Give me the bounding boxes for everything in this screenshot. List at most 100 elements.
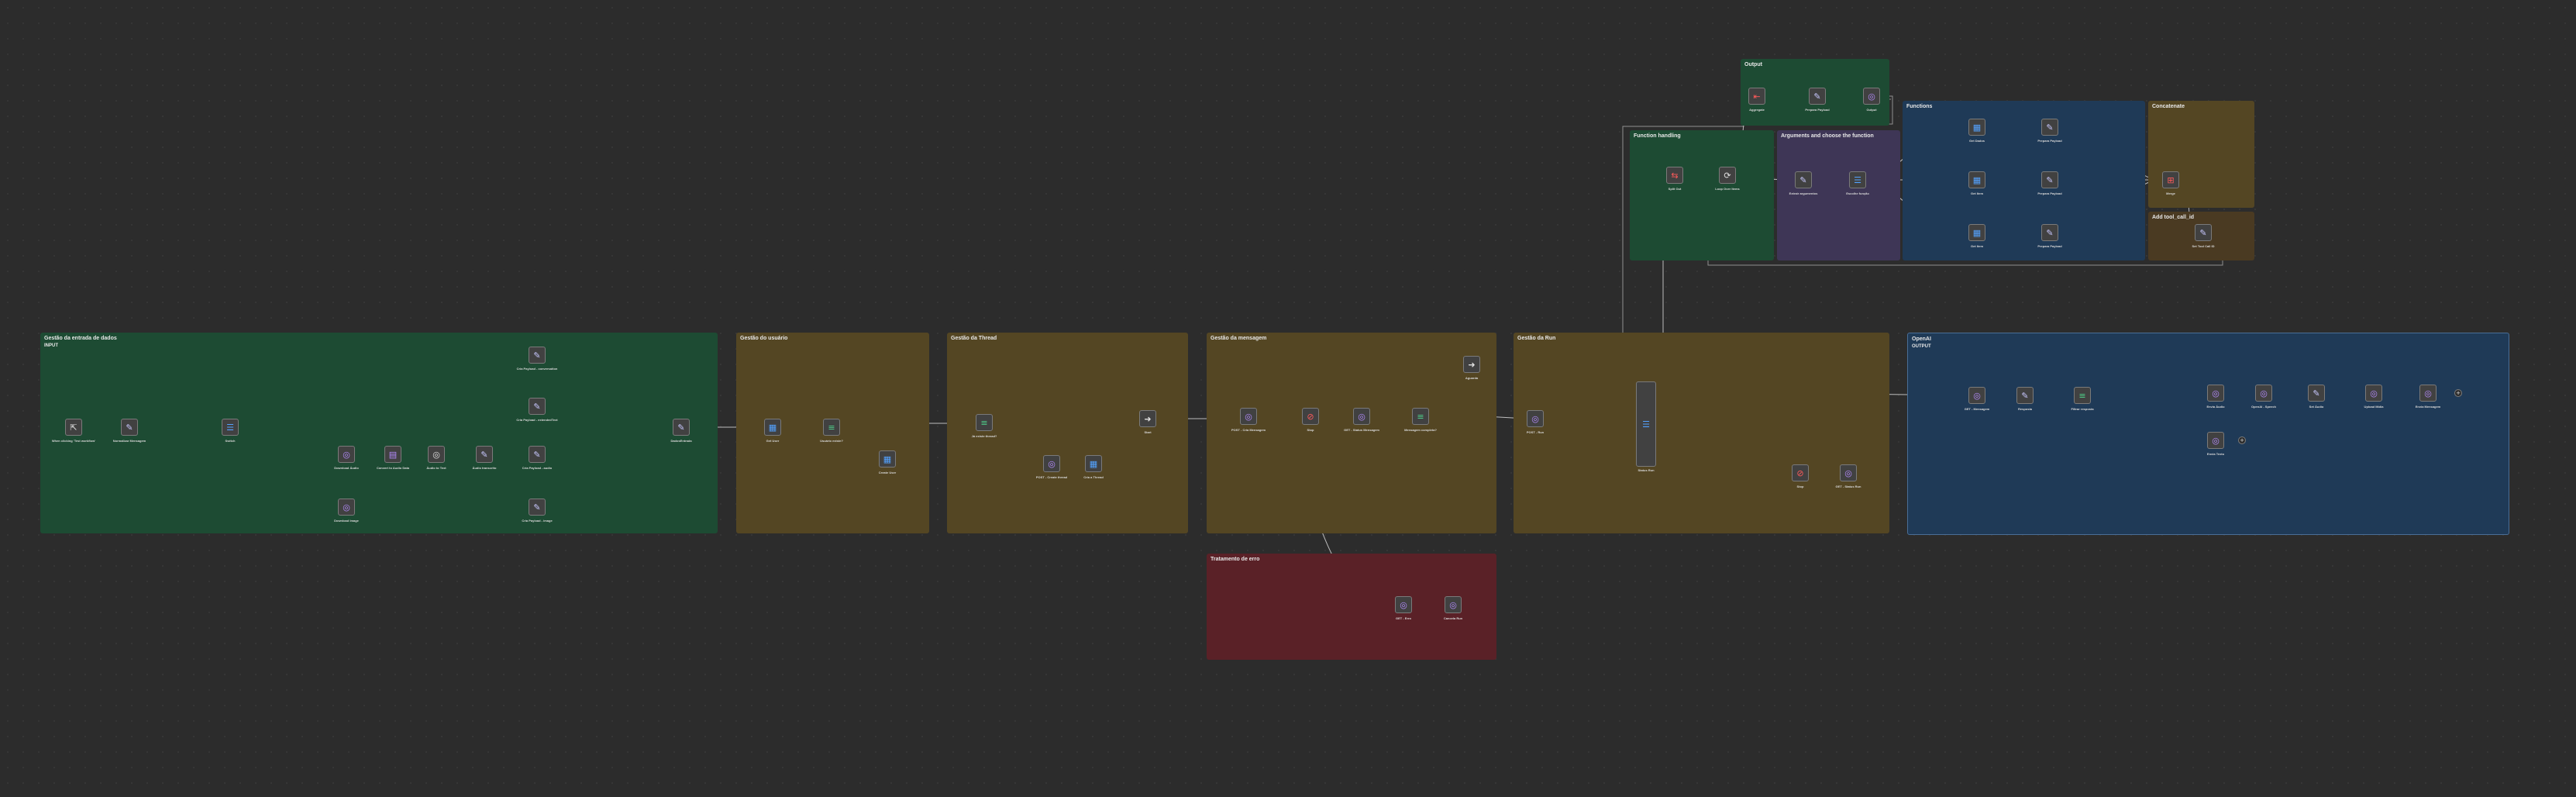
function-get-node-3[interactable]: ▦ <box>1968 224 1985 241</box>
openai-speech-node[interactable]: ◎ <box>2255 385 2272 402</box>
payload-image-node[interactable]: ✎ <box>529 499 546 516</box>
get-run-node[interactable]: ◎ <box>1840 464 1857 481</box>
download-image-node[interactable]: ◎ <box>338 499 355 516</box>
group-title: Functions <box>1906 104 1933 109</box>
create-thread-node[interactable]: ◎ <box>1043 455 1060 472</box>
group-gestao-thread: Gestão da Thread <box>947 333 1188 533</box>
cria-thread-node[interactable]: ▦ <box>1085 455 1102 472</box>
node-label: Switch <box>225 439 236 443</box>
get-status-message-node[interactable]: ◎ <box>1353 408 1370 425</box>
dados-entrada-node[interactable]: ✎ <box>673 419 690 436</box>
envia-mensagem-node[interactable]: ◎ <box>2419 385 2437 402</box>
create-user-node[interactable]: ▦ <box>879 450 896 468</box>
node-label: Get Item <box>1970 191 1984 195</box>
convert-audio-node[interactable]: ▤ <box>384 446 401 463</box>
group-functions: Functions <box>1903 101 2145 260</box>
existe-thread-node[interactable]: ≡ <box>976 414 993 431</box>
stop-run-node[interactable]: ⊘ <box>1792 464 1809 481</box>
switch-icon: ☰ <box>1642 419 1650 430</box>
upload-media-node[interactable]: ◎ <box>2365 385 2382 402</box>
node-label: Cria a Thread <box>1083 475 1104 479</box>
node-label: Create User <box>878 471 897 474</box>
http-icon: ◎ <box>1844 468 1852 478</box>
group-title: Arguments and choose the function <box>1781 133 1874 139</box>
split-out-node[interactable]: ⇆ <box>1666 167 1683 184</box>
workflow-canvas[interactable]: Gestão da entrada de dados INPUT Gestão … <box>0 0 2576 797</box>
node-label: Cria Payload - audio <box>522 466 553 470</box>
continue-thread-node[interactable]: ➜ <box>1139 410 1156 427</box>
switch-icon: ☰ <box>226 422 234 433</box>
function-payload-node-3[interactable]: ✎ <box>2041 224 2058 241</box>
status-run-node[interactable]: ☰ <box>1636 381 1656 467</box>
audio-transcrito-node[interactable]: ✎ <box>476 446 493 463</box>
payload-extended-node[interactable]: ✎ <box>529 398 546 415</box>
function-get-node-2[interactable]: ▦ <box>1968 171 1985 188</box>
get-messages-node[interactable]: ◎ <box>1968 387 1985 404</box>
node-label: Prepara Payload <box>2037 139 2062 143</box>
filter-icon: ≡ <box>980 417 988 428</box>
pencil-icon: ✎ <box>2021 390 2029 401</box>
db-icon: ▦ <box>1972 122 1982 133</box>
node-label: Get Dados <box>1968 139 1985 143</box>
db-icon: ▦ <box>1089 458 1098 469</box>
db-icon: ▦ <box>883 454 892 464</box>
switch-node[interactable]: ☰ <box>222 419 239 436</box>
download-audio-node[interactable]: ◎ <box>338 446 355 463</box>
merge-node[interactable]: ⊞ <box>2162 171 2179 188</box>
envia-audio-node[interactable]: ◎ <box>2207 385 2224 402</box>
node-label: DadosEntrada <box>670 439 692 443</box>
group-title: Concatenate <box>2152 104 2185 109</box>
pencil-icon: ✎ <box>2046 174 2054 185</box>
node-label: Envia Mensagem <box>2415 405 2441 409</box>
loop-items-node[interactable]: ⟳ <box>1719 167 1736 184</box>
db-icon: ▦ <box>1972 174 1982 185</box>
node-label: Normalizar Mensagem <box>112 439 146 443</box>
set-tool-call-id-node[interactable]: ✎ <box>2195 224 2212 241</box>
set-resposta-node[interactable]: ✎ <box>2016 387 2034 404</box>
add-node-button[interactable]: + <box>2454 389 2462 397</box>
erro-get-node[interactable]: ◎ <box>1395 596 1412 613</box>
set-audio-node[interactable]: ✎ <box>2308 385 2325 402</box>
arrow-icon: ➜ <box>1144 413 1152 424</box>
post-message-node[interactable]: ◎ <box>1240 408 1257 425</box>
node-label: Já existe thread? <box>971 434 997 438</box>
usuario-existe-node[interactable]: ≡ <box>823 419 840 436</box>
group-title: OpenAI <box>1912 336 1931 342</box>
post-run-node[interactable]: ◎ <box>1527 410 1544 427</box>
node-label: Aggregate <box>1749 108 1765 112</box>
http-icon: ◎ <box>2260 388 2268 398</box>
add-node-button[interactable]: + <box>2238 436 2246 444</box>
escolhe-funcao-node[interactable]: ☰ <box>1849 171 1866 188</box>
payload-audio-node[interactable]: ✎ <box>529 446 546 463</box>
extrai-argumentos-node[interactable]: ✎ <box>1795 171 1812 188</box>
envia-texto-node[interactable]: ◎ <box>2207 432 2224 449</box>
http-icon: ◎ <box>2370 388 2378 398</box>
erro-cancel-node[interactable]: ◎ <box>1445 596 1462 613</box>
pencil-icon: ✎ <box>480 449 488 460</box>
aggregate-node[interactable]: ⇤ <box>1748 88 1765 105</box>
http-icon: ◎ <box>432 449 440 460</box>
function-payload-node-2[interactable]: ✎ <box>2041 171 2058 188</box>
pencil-icon: ✎ <box>533 401 541 412</box>
node-label: Set Áudio <box>2309 405 2324 409</box>
audio-to-text-node[interactable]: ◎ <box>428 446 445 463</box>
node-label: Aguarda <box>1465 376 1479 380</box>
function-get-node-1[interactable]: ▦ <box>1968 119 1985 136</box>
stop-error-node[interactable]: ⊘ <box>1302 408 1319 425</box>
http-icon: ◎ <box>1358 411 1365 422</box>
function-payload-node-1[interactable]: ✎ <box>2041 119 2058 136</box>
node-label: Loop Over Items <box>1715 187 1740 191</box>
node-label: Áudio to Text <box>426 466 446 470</box>
normalizar-mensagem-node[interactable]: ✎ <box>121 419 138 436</box>
group-function-handling: Function handling <box>1630 130 1774 260</box>
prepara-payload-output-node[interactable]: ✎ <box>1809 88 1826 105</box>
trigger-node[interactable]: ⇱ <box>65 419 82 436</box>
group-title: Gestão da Run <box>1517 336 1556 341</box>
get-user-node[interactable]: ▦ <box>764 419 781 436</box>
payload-conversation-node[interactable]: ✎ <box>529 347 546 364</box>
aguarda-node[interactable]: ➜ <box>1463 356 1480 373</box>
submit-output-node[interactable]: ◎ <box>1863 88 1880 105</box>
filter-resposta-node[interactable]: ≡ <box>2074 387 2091 404</box>
node-label: Envia Áudio <box>2206 405 2225 409</box>
mensagem-completa-node[interactable]: ≡ <box>1412 408 1429 425</box>
